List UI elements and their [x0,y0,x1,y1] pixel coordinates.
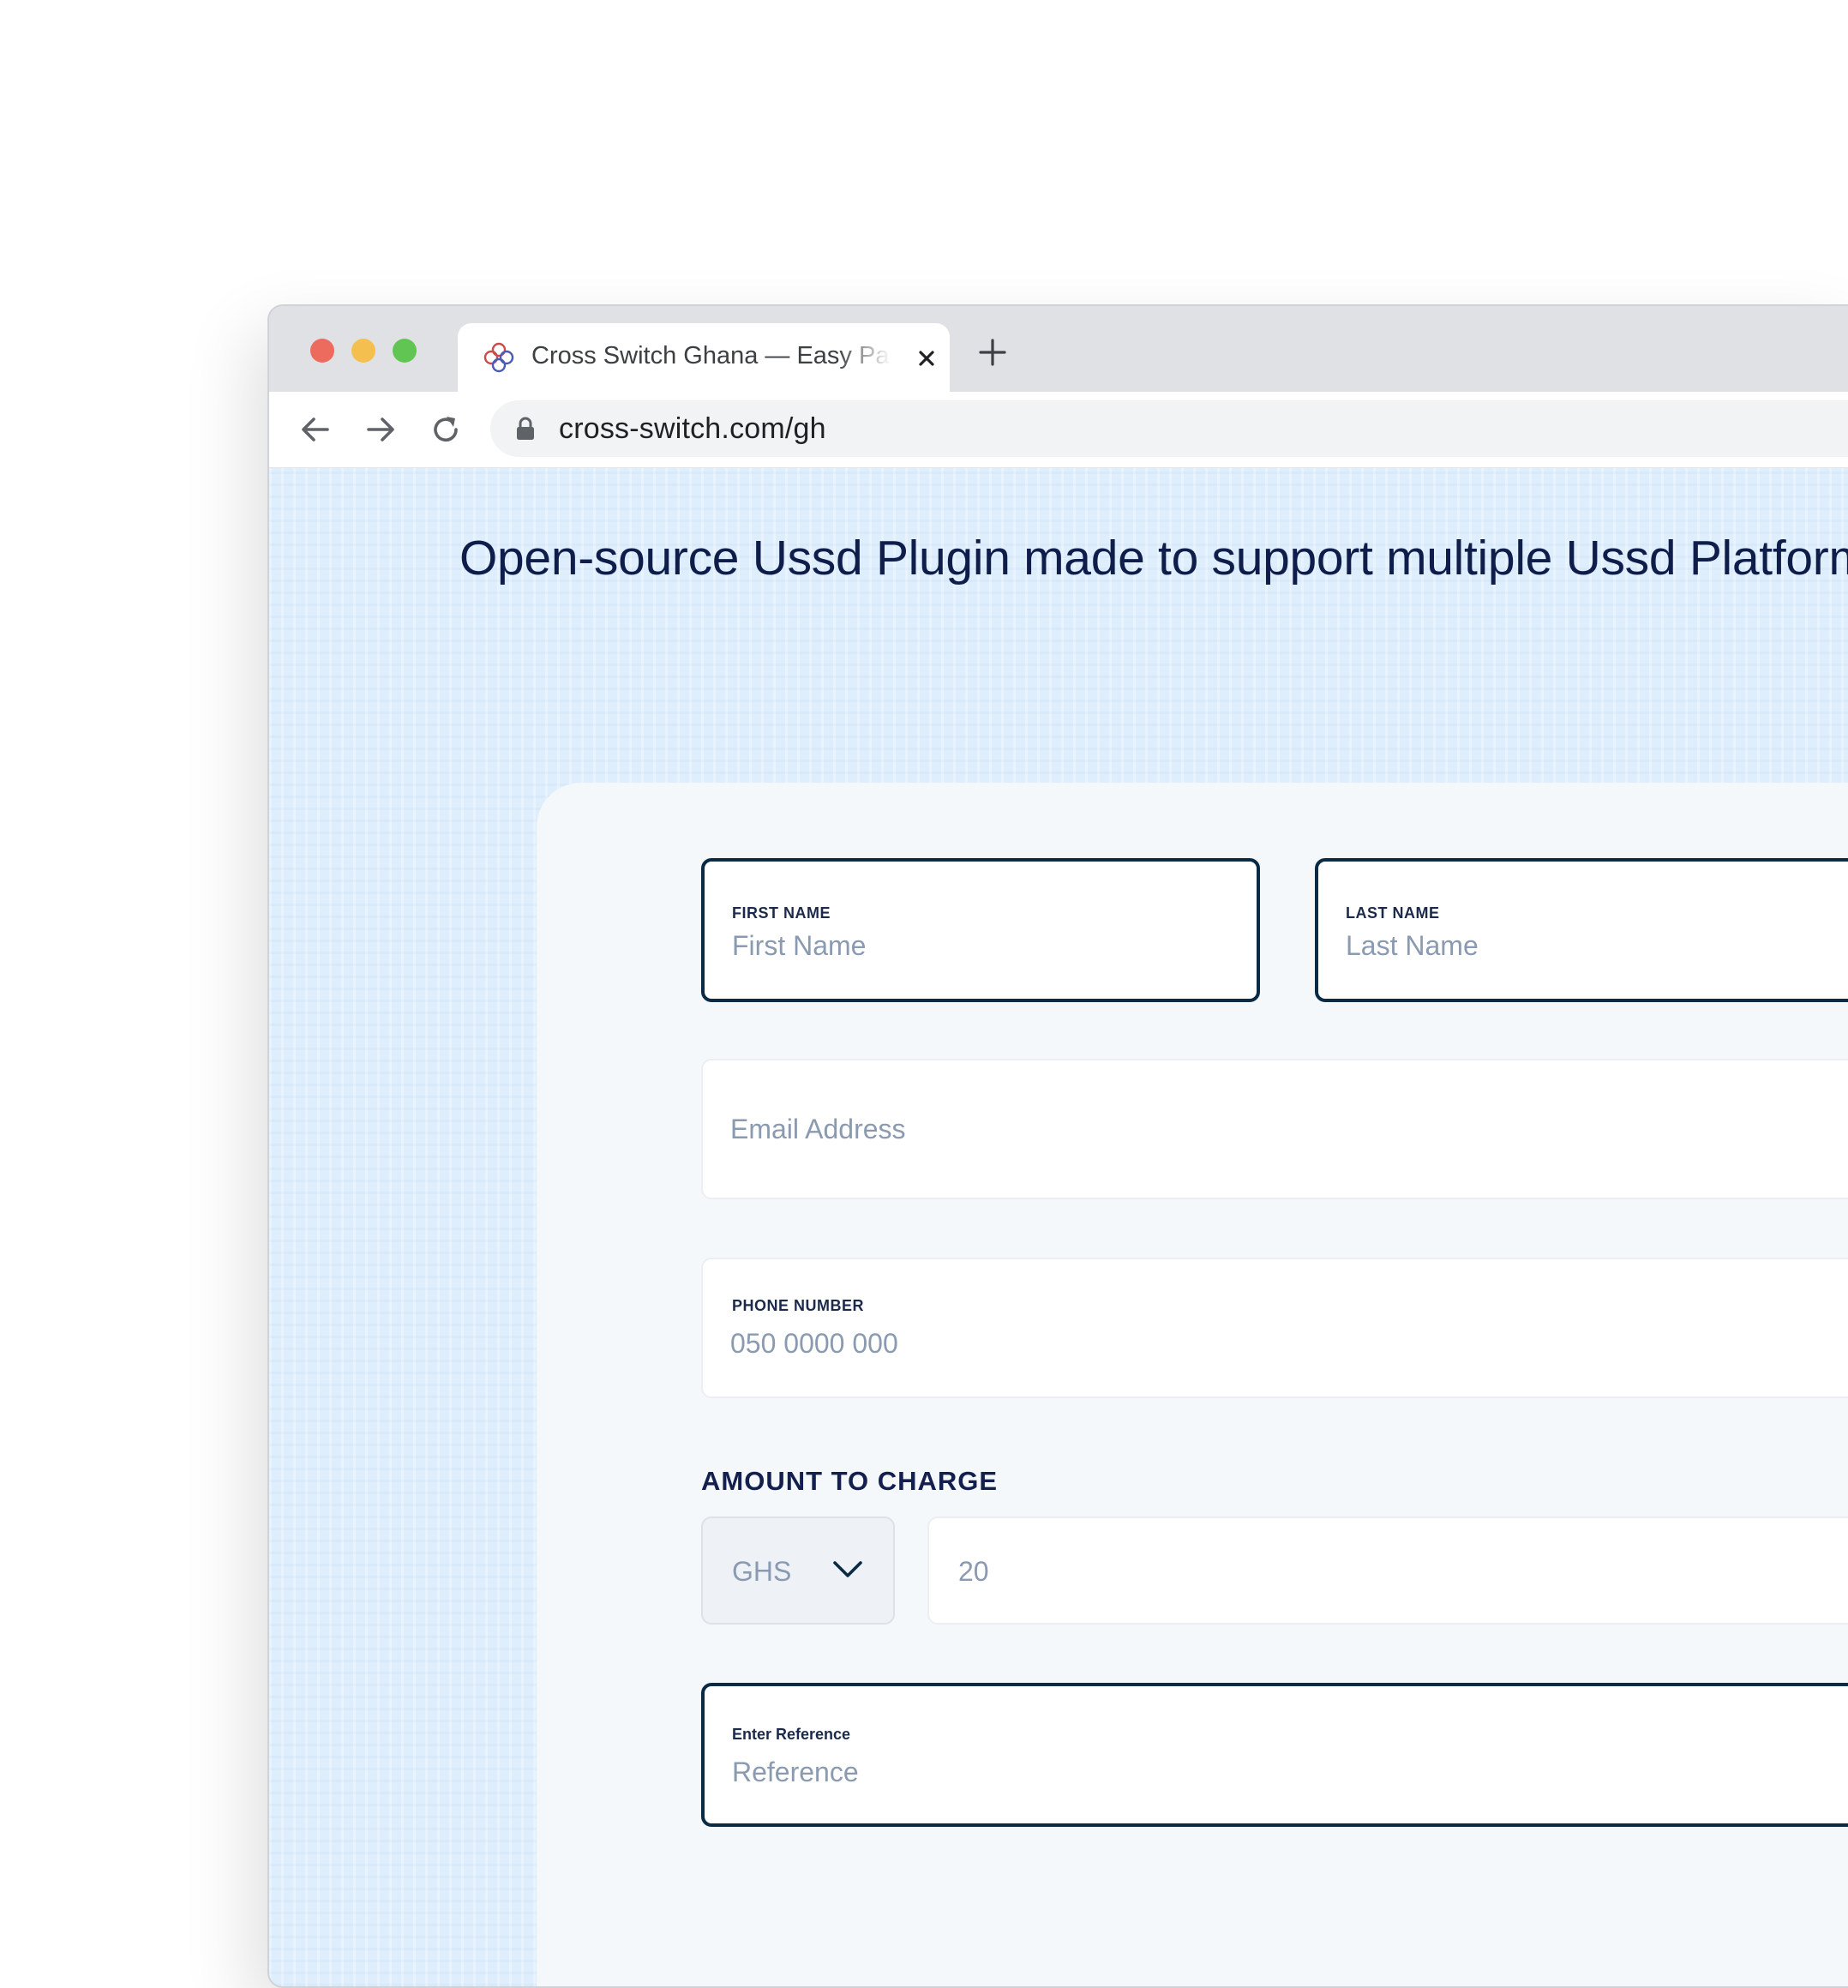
minimize-window-button[interactable] [351,339,375,363]
tab-favicon-icon [483,342,514,373]
lock-icon [517,417,534,440]
page-headline: Open-source Ussd Plugin made to support … [459,531,1848,586]
arrow-right-icon[interactable] [363,412,398,447]
browser-window: Cross Switch Ghana — Easy Pay cross-swit… [267,304,1848,1988]
page-content: Open-source Ussd Plugin made to support … [269,468,1848,1986]
email-field[interactable] [701,1059,1848,1199]
browser-toolbar: cross-switch.com/gh [269,392,1848,468]
last-name-label: LAST NAME [1346,904,1440,922]
amount-input[interactable] [958,1556,1848,1588]
reload-icon[interactable] [429,412,463,447]
phone-label: PHONE NUMBER [732,1297,865,1314]
email-input[interactable] [730,1114,1848,1145]
first-name-label: FIRST NAME [732,904,831,922]
last-name-input[interactable] [1346,930,1848,962]
phone-field[interactable]: PHONE NUMBER [701,1258,1848,1398]
first-name-input[interactable] [732,930,1231,962]
amount-field[interactable] [927,1517,1848,1625]
tab-title: Cross Switch Ghana — Easy Pay [531,342,891,369]
url-text: cross-switch.com/gh [559,412,826,445]
phone-input[interactable] [730,1328,1848,1360]
last-name-field[interactable]: LAST NAME [1315,858,1848,1002]
currency-value: GHS [732,1556,792,1587]
reference-label: Enter Reference [732,1726,851,1743]
maximize-window-button[interactable] [393,339,417,363]
chevron-down-icon [833,1561,862,1577]
address-bar[interactable]: cross-switch.com/gh [490,400,1848,457]
payment-form-card: FIRST NAME LAST NAME PHONE NUMBER AMOUNT… [537,783,1848,1986]
arrow-left-icon[interactable] [298,412,333,447]
browser-tab[interactable]: Cross Switch Ghana — Easy Pay [458,323,950,393]
amount-section-label: AMOUNT TO CHARGE [701,1466,999,1496]
close-icon[interactable] [914,345,939,371]
reference-input[interactable] [732,1757,1848,1788]
currency-select[interactable]: GHS [701,1517,895,1625]
tab-bar: Cross Switch Ghana — Easy Pay [269,306,1848,393]
plus-icon[interactable] [977,337,1008,368]
first-name-field[interactable]: FIRST NAME [701,858,1260,1002]
close-window-button[interactable] [310,339,334,363]
reference-field[interactable]: Enter Reference [701,1683,1848,1827]
